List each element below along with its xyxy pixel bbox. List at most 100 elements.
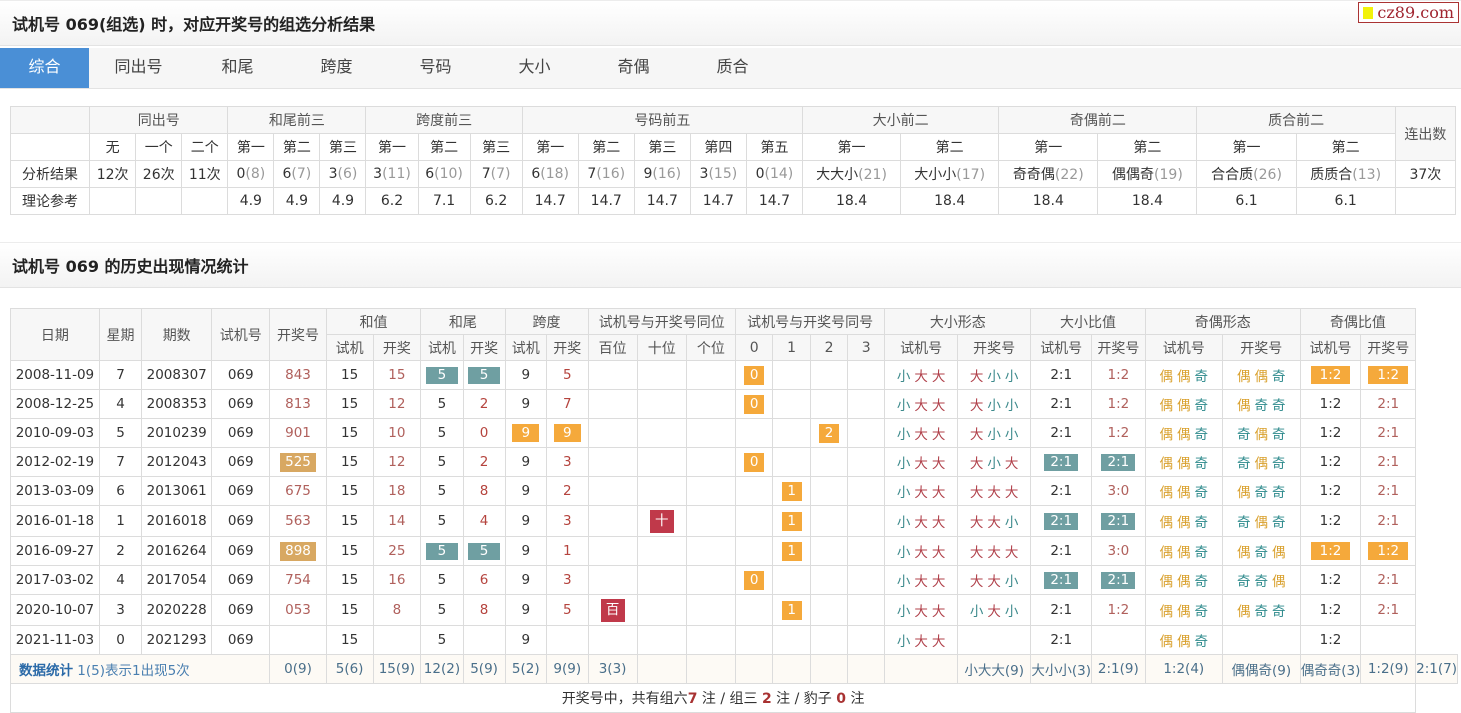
issue-cell: 2008353	[141, 389, 213, 419]
reference-cell: 6.1	[1196, 187, 1297, 215]
jo-char: 奇	[1272, 515, 1286, 531]
col-shiji[interactable]: 试机号	[211, 308, 271, 361]
tongwei-cell	[685, 418, 737, 448]
job-shiji-cell: 1:2	[1299, 505, 1362, 537]
stats-cell: 大小小(3)	[1030, 654, 1092, 684]
jo-char: 奇	[1272, 485, 1286, 501]
weekday-cell: 5	[98, 418, 143, 448]
weekday-cell: 0	[98, 625, 143, 655]
tonghao-cell	[847, 418, 886, 448]
jo-char: 奇	[1237, 515, 1251, 531]
result-cell: 26次	[135, 160, 183, 188]
tongwei-cell	[636, 389, 687, 419]
page-title: 试机号 069(组选) 时，对应开奖号的组选分析结果	[12, 15, 376, 34]
tonghao-cell	[809, 505, 849, 537]
job-shiji-cell: 1:2	[1299, 565, 1362, 595]
tab-kuadu[interactable]: 跨度	[287, 48, 386, 88]
result-cell: 3(11)	[365, 160, 419, 188]
history-row: 2013-03-09 6 2013061 069 675 15 18 5 8 9 2 1 小大大大大大 2…	[10, 476, 1458, 506]
date-cell: 2016-01-18	[10, 505, 100, 537]
tonghao-cell	[809, 389, 849, 419]
reference-cell: 6.1	[1295, 187, 1396, 215]
hezhi-shiji-cell: 15	[325, 536, 374, 566]
dx-kaijiang-cell	[956, 625, 1032, 655]
zu3-count: 2	[761, 691, 772, 707]
dx-char: 小	[896, 369, 911, 385]
tongwei-cell	[636, 536, 687, 566]
kuadu-shiji-cell: 9	[504, 447, 548, 477]
col-kuadu: 跨度	[504, 308, 589, 335]
result-value: 11次	[188, 167, 221, 183]
sub-header: 第一	[227, 133, 275, 161]
hezhi-kaijiang-cell: 8	[372, 594, 422, 626]
result-count: (15)	[708, 166, 738, 182]
tab-zonghe[interactable]: 综合	[0, 48, 89, 88]
tab-daxiao[interactable]: 大小	[485, 48, 584, 88]
weekday-cell: 6	[98, 476, 143, 506]
tab-jiou[interactable]: 奇偶	[584, 48, 683, 88]
dx-char: 大	[931, 634, 946, 650]
sub-kj: 开奖	[462, 334, 506, 361]
stats-cell: 12(2)	[420, 654, 464, 684]
tab-zhihe[interactable]: 质合	[683, 48, 782, 88]
col-jobz: 奇偶比值	[1299, 308, 1417, 335]
tongwei-cell	[685, 536, 737, 566]
group-header: 同出号	[89, 106, 229, 134]
kaijiang-cell: 053	[269, 594, 327, 626]
date-cell: 2017-03-02	[10, 565, 100, 595]
footer-mid2: 注 / 豹子	[771, 691, 837, 707]
tab-haoma[interactable]: 号码	[386, 48, 485, 88]
dx-char: 大	[914, 604, 928, 620]
kaijiang-highlight: 525	[280, 452, 316, 472]
jo-char: 偶	[1159, 515, 1174, 531]
sub-header: 第三	[633, 133, 691, 161]
dx-char: 大	[931, 369, 946, 385]
job-shiji-cell: 1:2	[1299, 418, 1362, 448]
tongwei-cell	[587, 625, 638, 655]
analysis-sub-header-row: 无一个 二个 第一 第二 第三 第一 第二 第三 第一 第二 第三 第四 第五 第一 第二 第一 第二 第一 第二	[9, 133, 1456, 161]
dx-kaijiang-cell: 大大小	[956, 565, 1032, 595]
tonghao-marker: 0	[744, 365, 765, 385]
jo-shiji-cell: 偶偶奇	[1144, 536, 1223, 566]
col-date[interactable]: 日期	[10, 308, 100, 361]
col-issue[interactable]: 期数	[141, 308, 213, 361]
dxb-kaijiang-cell: 1:2	[1091, 594, 1146, 626]
result-count: (16)	[596, 166, 626, 182]
dx-char: 大	[1004, 545, 1019, 561]
result-value: 合合质	[1211, 167, 1254, 183]
stats-cell: 偶偶奇(9)	[1221, 654, 1301, 684]
tab-hewei[interactable]: 和尾	[188, 48, 287, 88]
kuadu-kaijiang-cell: 3	[546, 447, 589, 477]
tongwei-cell	[587, 360, 638, 390]
tonghao-cell	[772, 625, 811, 655]
tongwei-cell	[636, 625, 687, 655]
hewei-kaijiang-cell: 2	[462, 447, 506, 477]
dx-char: 大	[987, 545, 1001, 561]
kuadu-shiji-cell: 9	[504, 418, 548, 448]
kuadu-shiji-cell: 9	[504, 594, 548, 626]
result-cell: 偶偶奇(19)	[1097, 160, 1198, 188]
date-cell: 2008-12-25	[10, 389, 100, 419]
result-count: (21)	[858, 167, 887, 183]
kaijiang-number: 754	[285, 572, 311, 588]
shiji-cell: 069	[211, 360, 271, 390]
stats-cell: 9(9)	[546, 654, 589, 684]
tongwei-cell: 十	[636, 505, 687, 537]
dx-shiji-cell: 小大大	[884, 536, 958, 566]
kaijiang-number: 813	[285, 396, 311, 412]
site-logo[interactable]: cz89.com	[1358, 2, 1459, 23]
col-weekday[interactable]: 星期	[98, 308, 143, 361]
sub-sj: 试机	[504, 334, 548, 361]
tab-tongchuhao[interactable]: 同出号	[89, 48, 188, 88]
baozi-count: 0	[836, 691, 846, 707]
stats-cell: 偶奇奇(3)	[1299, 654, 1362, 684]
col-kaijiang[interactable]: 开奖号	[269, 308, 327, 361]
job-kaijiang-cell: 2:1	[1360, 476, 1417, 506]
stats-cell	[735, 654, 774, 684]
dx-char: 小	[987, 456, 1001, 472]
dx-char: 小	[896, 634, 911, 650]
jo-char: 偶	[1159, 545, 1174, 561]
result-count: (7)	[291, 166, 312, 182]
col-dxxt: 大小形态	[884, 308, 1032, 335]
job-shiji-cell: 1:2	[1299, 594, 1362, 626]
